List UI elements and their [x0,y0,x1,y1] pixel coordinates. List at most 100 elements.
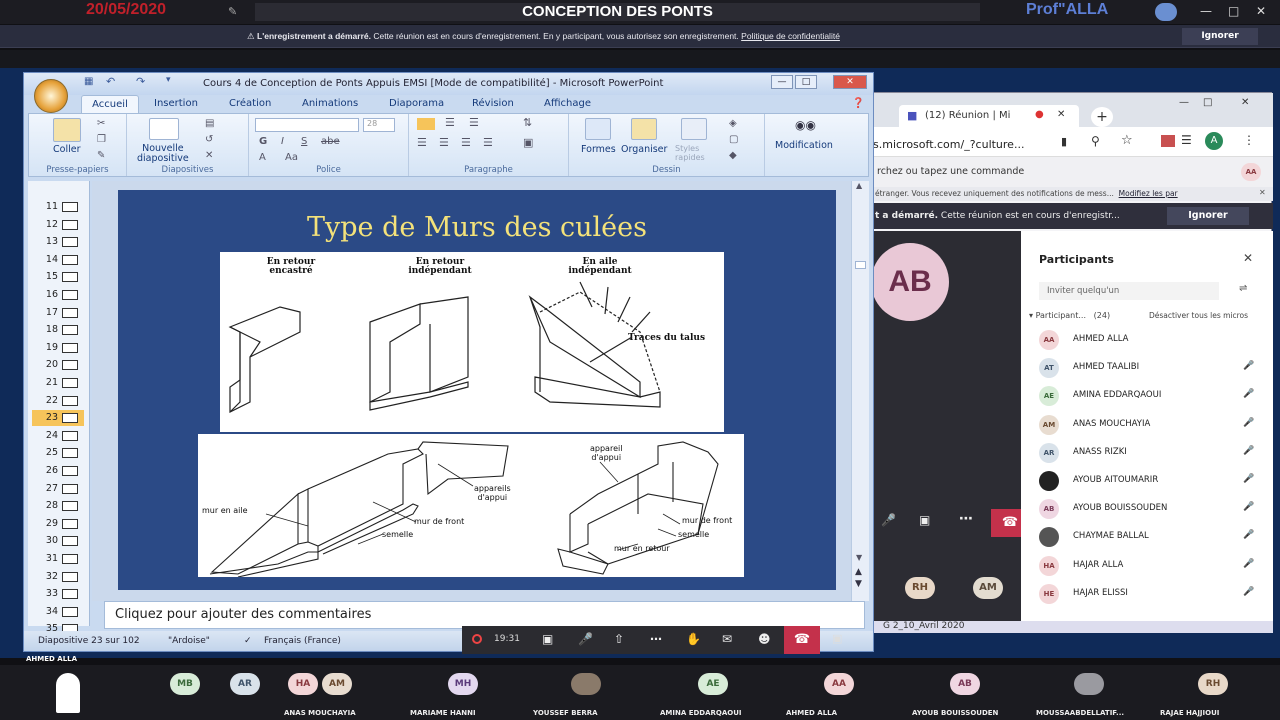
share-screen-icon[interactable]: ▣ [919,513,930,527]
slide-thumbnail[interactable] [62,219,78,230]
video-off-icon[interactable]: ▣ [542,632,553,646]
shapes-icon[interactable] [585,118,611,140]
font-name-select[interactable] [255,118,359,132]
slide-thumbnail[interactable] [62,360,78,371]
smartart-icon[interactable]: ▣ [523,136,533,149]
teams-search-input[interactable]: rchez ou tapez une commande [877,166,1024,177]
mic-muted-icon[interactable]: 🎤 [1243,418,1254,428]
share-link-icon[interactable]: ⇌ [1239,283,1247,294]
share-icon[interactable]: ⇧ [614,632,624,646]
zoom-icon[interactable]: ⚲ [1091,134,1100,148]
format-painter-icon[interactable]: ✎ [97,150,105,161]
shape-fill-icon[interactable]: ◈ [729,118,737,129]
more-icon[interactable]: ⋯ [959,511,973,527]
paste-button[interactable]: Coller [53,144,80,155]
status-language[interactable]: Français (France) [264,636,341,646]
slide-thumbnail[interactable] [62,254,78,265]
participant-tile[interactable]: YOUSSEF BERRA [533,665,653,720]
browser-close-icon[interactable]: ✕ [1241,97,1249,108]
mute-all-button[interactable]: Désactiver tous les micros [1149,311,1248,320]
redo-icon[interactable]: ↷ [136,75,145,88]
user-avatar-icon[interactable] [1155,3,1177,21]
extensions-icon[interactable]: ☰ [1181,133,1192,147]
slide-thumbnail[interactable] [62,307,78,318]
justify-icon[interactable]: ☰ [483,136,493,149]
ppt-close-icon[interactable]: ✕ [833,75,867,89]
tab-accueil[interactable]: Accueil [81,95,139,113]
browser-tab[interactable]: ■ (12) Réunion | Mi ● ✕ [899,105,1079,127]
slide-thumbnail[interactable] [62,290,78,300]
participants-section[interactable]: ▾ Participant... (24) [1029,311,1110,320]
quick-styles-icon[interactable] [681,118,707,140]
participant-tile[interactable]: RH RAJAE HAJJIOUI [1160,665,1280,720]
bold-icon[interactable]: G [259,136,267,147]
underline-icon[interactable]: S [301,136,307,147]
participant-row[interactable]: AA AHMED ALLA [1039,327,1269,351]
scroll-thumb[interactable] [855,261,866,269]
chat-icon[interactable]: ✉ [722,632,732,646]
close-icon[interactable]: ✕ [1256,4,1266,18]
participant-row[interactable]: HA HAJAR ALLA 🎤 [1039,553,1269,577]
mic-off-icon[interactable]: 🎤 [578,632,593,646]
mic-muted-icon[interactable]: 🎤 [1243,361,1254,371]
modification-button[interactable]: Modification [775,140,833,151]
ppt-minimize-icon[interactable]: — [771,75,793,89]
align-right-icon[interactable]: ☰ [461,136,471,149]
help-icon[interactable]: ❓ [852,98,864,109]
slide-thumbnail[interactable] [62,589,78,600]
privacy-link[interactable]: Politique de confidentialité [741,31,840,41]
participant-tile[interactable]: AA AHMED ALLA [786,665,906,720]
slide-thumbnail[interactable] [62,466,78,476]
scroll-up-icon[interactable]: ▲ [856,181,862,190]
bullets-icon[interactable] [417,118,435,130]
slide-thumbnail[interactable] [62,554,78,564]
slide-thumbnail[interactable] [62,430,78,441]
mic-muted-icon[interactable]: 🎤 [1243,389,1254,399]
align-center-icon[interactable]: ☰ [439,136,449,149]
participant-row[interactable]: AB AYOUB BOUISSOUDEN 🎤 [1039,496,1269,520]
ppt-maximize-icon[interactable]: □ [795,75,817,89]
raise-hand-icon[interactable]: ✋ [686,632,701,646]
font-color-icon[interactable]: A [259,152,266,163]
mic-muted-icon[interactable]: 🎤 [1243,530,1254,540]
participant-tile[interactable]: AM ANAS MOUCHAYIA [284,665,404,720]
panel-close-icon[interactable]: ✕ [1243,251,1253,265]
slide-thumbnail[interactable] [62,395,78,406]
invite-input[interactable]: Inviter quelqu'un [1039,282,1219,300]
participant-tile[interactable]: MH MARIAME HANNI [410,665,530,720]
edit-icon[interactable]: ✎ [228,5,240,18]
mic-muted-icon[interactable]: 🎤 [1243,446,1254,456]
slide-thumbnail[interactable] [62,202,78,212]
participant-row[interactable]: AYOUB AITOUMARIR 🎤 [1039,468,1269,492]
arrange-button[interactable]: Organiser [621,144,667,155]
slide-thumbnail[interactable] [62,342,78,353]
participant-row[interactable]: HE HAJAR ELISSI 🎤 [1039,581,1269,605]
slide-thumbnail[interactable] [62,483,78,494]
profile-icon[interactable]: A [1205,132,1223,150]
participant-tile[interactable]: AB AYOUB BOUISSOUDEN [912,665,1032,720]
participant-tile[interactable]: AE AMINA EDDARQAOUI [660,665,780,720]
ignore-button[interactable]: Ignorer [1182,28,1258,45]
paste-icon[interactable] [53,118,81,142]
cut-icon[interactable]: ✂ [97,118,105,129]
more-options-icon[interactable]: ⋮ [1243,133,1255,147]
notification-close-icon[interactable]: ✕ [1259,188,1266,197]
previous-slide-icon[interactable]: ▲ [855,567,862,577]
slide-thumbnail[interactable] [62,448,78,459]
tab-diaporama[interactable]: Diaporama [389,98,444,109]
quick-styles-button[interactable]: Styles rapides [675,144,705,162]
delete-slide-icon[interactable]: ✕ [205,150,213,161]
mic-muted-icon[interactable]: 🎤 [1243,502,1254,512]
save-icon[interactable]: ▦ [84,76,93,87]
slide-thumbnail[interactable] [62,501,78,512]
abutment-wall-drawing-top[interactable]: En retour encastré En retour indépendant… [220,252,724,432]
slide-thumbnail[interactable] [62,536,78,547]
participant-row[interactable]: AT AHMED TAALIBI 🎤 [1039,355,1269,379]
camera-icon[interactable]: ▮ [1061,135,1067,148]
star-icon[interactable]: ☆ [1121,133,1133,148]
shape-outline-icon[interactable]: ▢ [729,134,738,145]
minimize-icon[interactable]: — [1200,4,1212,18]
slide-thumbnail[interactable] [62,606,78,617]
tab-revision[interactable]: Révision [472,98,514,109]
font-size-select[interactable]: 28 [363,118,395,132]
